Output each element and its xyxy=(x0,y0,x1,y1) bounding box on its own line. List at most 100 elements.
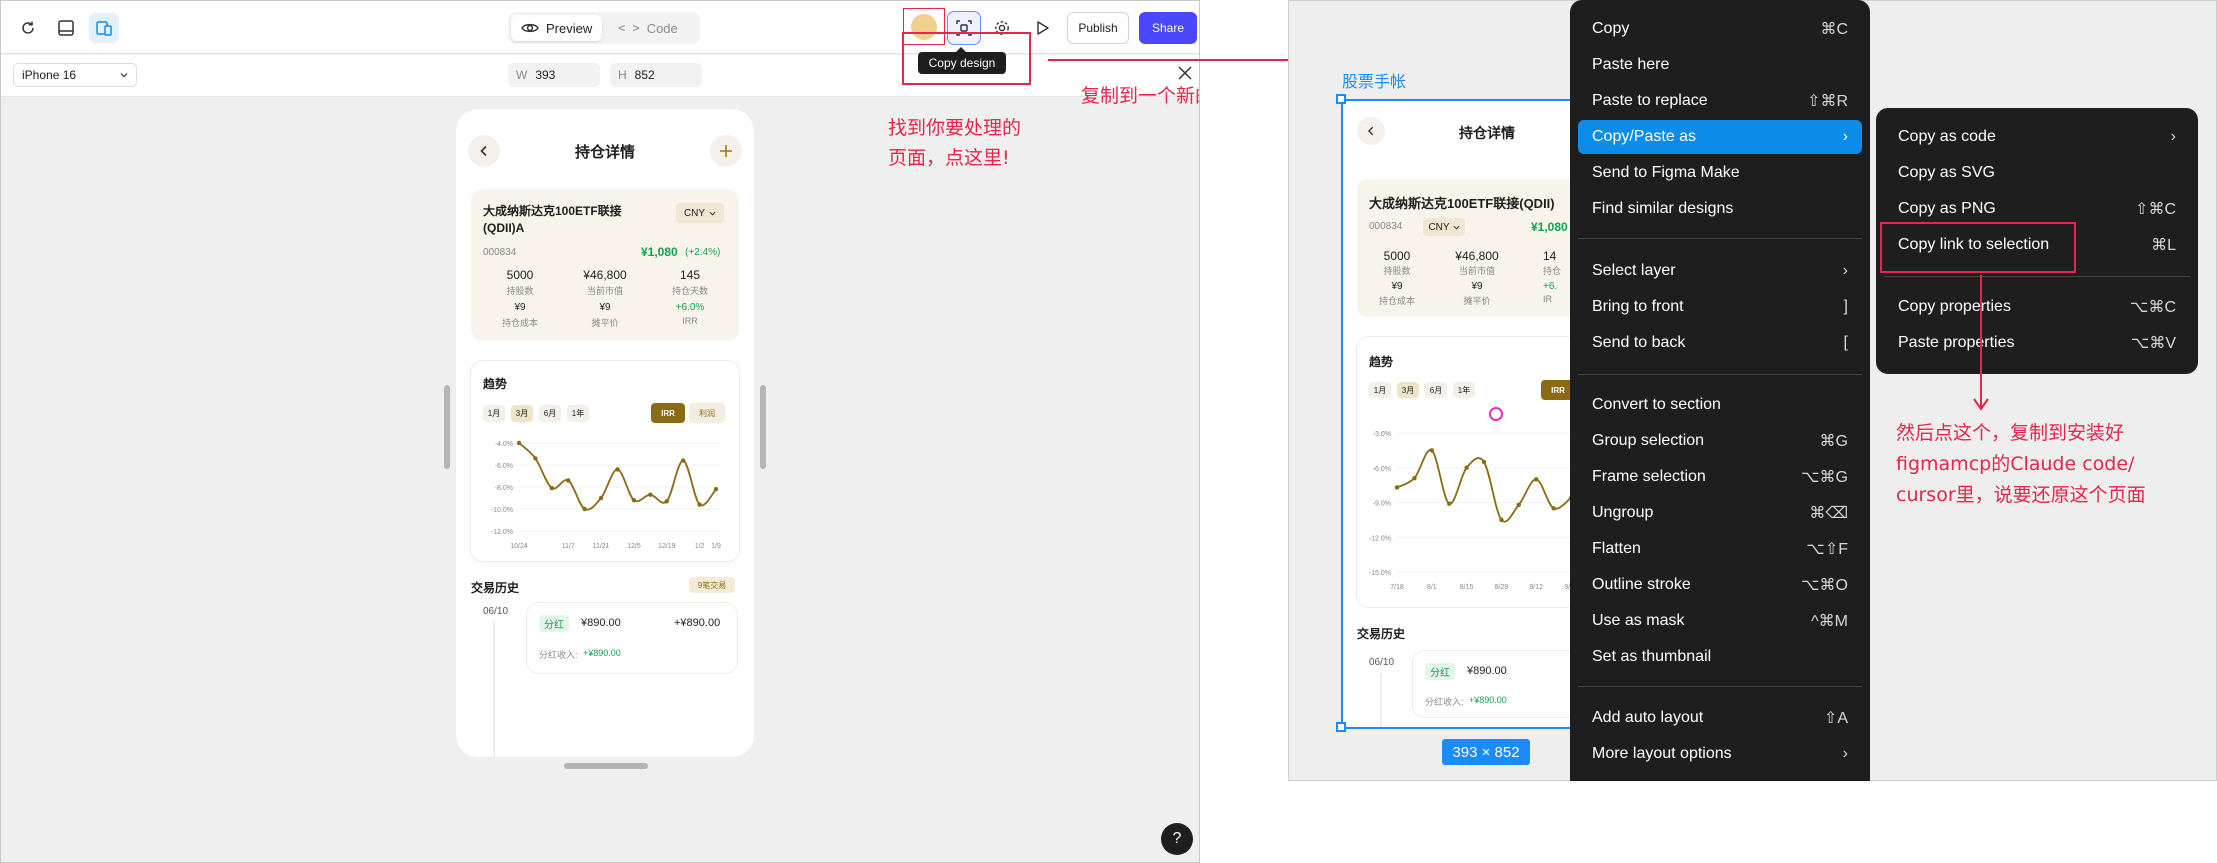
plus-icon xyxy=(720,145,732,157)
data-point xyxy=(713,487,719,492)
history-title: 交易历史 xyxy=(1357,627,1406,641)
metric-irr[interactable]: IRR xyxy=(651,403,685,423)
preview-tab[interactable]: Preview xyxy=(511,15,603,41)
data-point xyxy=(566,478,571,483)
menu-item-outline-stroke[interactable]: Outline stroke ⌥⌘O xyxy=(1578,568,1862,602)
currency-select[interactable]: CNY xyxy=(676,203,724,223)
menu-item-set-as-thumbnail[interactable]: Set as thumbnail xyxy=(1578,640,1862,674)
code-brackets-icon: < > xyxy=(618,21,640,35)
period-1m[interactable]: 1月 xyxy=(483,405,505,422)
back-button xyxy=(1357,117,1385,145)
stat-value: ¥9 xyxy=(514,302,526,313)
metric-profit[interactable]: 利润 xyxy=(689,403,725,423)
trade-card[interactable]: 分红 ¥890.00 +¥890.00 分红收入: +¥890.00 xyxy=(527,603,737,673)
trend-title: 趋势 xyxy=(483,377,508,391)
data-point xyxy=(598,495,604,501)
device-value: iPhone 16 xyxy=(22,68,77,82)
help-icon[interactable]: ? xyxy=(1161,823,1193,855)
frame-name-label[interactable]: 股票手帐 xyxy=(1342,68,1406,92)
width-value: 393 xyxy=(535,68,556,82)
menu-divider xyxy=(1578,238,1862,239)
width-field[interactable]: W 393 xyxy=(508,63,600,87)
chevron-right-icon: › xyxy=(1842,262,1848,279)
menu-item-select-layer[interactable]: Select layer › xyxy=(1578,254,1862,288)
trade-type-tag: 分红 xyxy=(1425,663,1455,680)
panel-bottom-icon[interactable] xyxy=(51,13,81,43)
resize-handle-bottom[interactable] xyxy=(564,763,648,769)
play-icon[interactable] xyxy=(1027,13,1057,43)
refresh-icon[interactable] xyxy=(13,13,43,43)
menu-item-group-selection[interactable]: Group selection ⌘G xyxy=(1578,424,1862,458)
x-tick-label: 8/29 xyxy=(1495,584,1509,591)
menu-divider xyxy=(1578,374,1862,375)
arrow-right-icon xyxy=(1048,52,1314,68)
x-tick-label: 12/5 xyxy=(627,543,641,550)
income-value: +¥890.00 xyxy=(1469,695,1507,705)
resize-handle-left[interactable] xyxy=(444,385,450,469)
eye-icon xyxy=(521,23,539,33)
period-6m[interactable]: 6月 xyxy=(539,405,561,422)
data-point xyxy=(1516,502,1521,508)
y-tick-label: -15.0% xyxy=(1369,570,1391,577)
period-3m[interactable]: 3月 xyxy=(511,405,533,422)
period-1m: 1月 xyxy=(1369,382,1391,398)
add-button[interactable] xyxy=(710,135,742,167)
data-point xyxy=(664,499,669,504)
data-point xyxy=(1447,501,1452,506)
submenu-item-copy-properties[interactable]: Copy properties ⌥⌘C xyxy=(1884,290,2190,324)
menu-item-paste-to-replace[interactable]: Paste to replace ⇧⌘R xyxy=(1578,84,1862,118)
height-field[interactable]: H 852 xyxy=(610,63,702,87)
period-1y[interactable]: 1年 xyxy=(567,405,589,422)
y-tick-label: -12.0% xyxy=(1369,535,1391,542)
menu-item-bring-to-front[interactable]: Bring to front] xyxy=(1578,290,1862,324)
menu-item-send-to-back[interactable]: Send to back[ xyxy=(1578,326,1862,360)
stat-label: IRR xyxy=(682,316,698,326)
x-tick-label: 10/24 xyxy=(510,543,528,550)
stat-value: 5000 xyxy=(1383,249,1411,263)
menu-item-convert-to-section[interactable]: Convert to section xyxy=(1578,388,1862,422)
submenu-item-paste-properties[interactable]: Paste properties ⌥⌘V xyxy=(1884,326,2190,360)
submenu-item-copy-as-svg[interactable]: Copy as SVG xyxy=(1884,156,2190,190)
menu-item-paste-here[interactable]: Paste here xyxy=(1578,48,1862,82)
y-tick-label: -6.0% xyxy=(1373,466,1391,473)
highlight-box-copy-link xyxy=(1880,222,2076,273)
currency-value: CNY xyxy=(683,207,706,219)
menu-item-use-as-mask[interactable]: Use as mask ^⌘M xyxy=(1578,604,1862,638)
menu-item-flatten[interactable]: Flatten ⌥⇧F xyxy=(1578,532,1862,566)
x-tick-label: 8/15 xyxy=(1460,584,1474,591)
device-select[interactable]: iPhone 16 xyxy=(13,63,137,87)
menu-item-find-similar[interactable]: Find similar designs xyxy=(1578,192,1862,226)
publish-button[interactable]: Publish xyxy=(1067,12,1129,44)
menu-item-copy-paste-as[interactable]: Copy/Paste as › xyxy=(1578,120,1862,154)
menu-item-add-auto-layout[interactable]: Add auto layout ⇧A xyxy=(1578,701,1862,735)
y-tick-label: -6.0% xyxy=(495,463,513,470)
menu-item-frame-selection[interactable]: Frame selection ⌥⌘G xyxy=(1578,460,1862,494)
trade-count-badge: 9笔交易 xyxy=(689,577,735,593)
chevron-right-icon: › xyxy=(1842,745,1848,762)
resize-handle-right[interactable] xyxy=(760,385,766,469)
x-tick-label: 1/9 xyxy=(711,543,721,550)
code-tab[interactable]: < > Code xyxy=(608,15,688,41)
x-tick-label: 11/7 xyxy=(562,543,575,550)
menu-item-send-to-figma-make[interactable]: Send to Figma Make xyxy=(1578,156,1862,190)
selection-handle[interactable] xyxy=(1336,94,1346,104)
data-point xyxy=(516,440,522,446)
share-button[interactable]: Share xyxy=(1139,12,1197,44)
height-label: H xyxy=(618,68,627,82)
data-point xyxy=(1464,465,1469,470)
annotation-copy-new-page: 复制到一个新的页面里 xyxy=(1081,85,1199,107)
submenu-item-copy-as-code[interactable]: Copy as code › xyxy=(1884,120,2190,154)
menu-item-more-layout-options[interactable]: More layout options › xyxy=(1578,737,1862,771)
stat-label: 持仓成本 xyxy=(1378,296,1415,306)
data-point xyxy=(1394,485,1400,490)
cursor-circle-icon xyxy=(1489,407,1503,421)
data-point xyxy=(582,506,587,512)
responsive-devices-icon[interactable] xyxy=(89,13,119,43)
selection-handle[interactable] xyxy=(1336,722,1346,732)
data-point xyxy=(549,485,555,491)
submenu-item-copy-as-png[interactable]: Copy as PNG ⇧⌘C xyxy=(1884,192,2190,226)
chevron-right-icon: › xyxy=(2170,128,2176,145)
period-1y: 1年 xyxy=(1453,382,1475,398)
menu-item-ungroup[interactable]: Ungroup ⌘⌫ xyxy=(1578,496,1862,530)
menu-item-copy[interactable]: Copy ⌘C xyxy=(1578,12,1862,46)
